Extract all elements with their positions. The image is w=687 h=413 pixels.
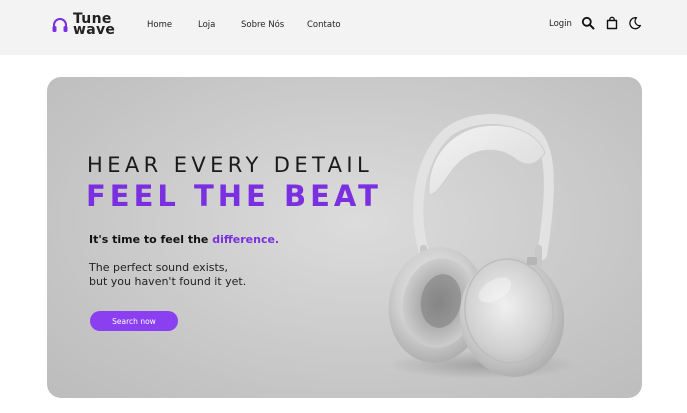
search-icon[interactable] — [581, 16, 595, 30]
hero-tagline-accent: difference. — [212, 233, 280, 246]
hero-heading-line1: HEAR EVERY DETAIL — [87, 153, 374, 177]
hero-tagline: It's time to feel the difference. — [89, 233, 279, 246]
hero-description: The perfect sound exists, but you haven'… — [89, 261, 246, 288]
nav-contato[interactable]: Contato — [307, 20, 341, 30]
hero-description-line2: but you haven't found it yet. — [89, 274, 247, 288]
shopping-bag-icon[interactable] — [605, 16, 619, 30]
hero-description-line1: The perfect sound exists, — [89, 261, 229, 274]
headphones-logo-icon — [52, 18, 68, 32]
hero-heading-line2: FEEL THE BEAT — [86, 179, 382, 213]
moon-icon[interactable] — [628, 16, 642, 30]
brand-name: Tune wave — [73, 12, 116, 38]
hero-tagline-prefix: It's time to feel the — [89, 233, 213, 246]
navbar: Tune wave Home Loja Sobre Nós Contato Lo… — [0, 0, 687, 55]
login-link[interactable]: Login — [549, 19, 572, 29]
search-now-button[interactable]: Search now — [90, 311, 178, 331]
brand-line2: wave — [73, 22, 116, 38]
headphones-product-image — [387, 113, 577, 379]
nav-loja[interactable]: Loja — [198, 20, 215, 30]
nav-sobre-nos[interactable]: Sobre Nós — [241, 20, 284, 30]
brand-logo[interactable]: Tune wave — [51, 12, 115, 38]
nav-home[interactable]: Home — [147, 20, 172, 30]
hero-banner: HEAR EVERY DETAIL FEEL THE BEAT It's tim… — [47, 77, 642, 398]
